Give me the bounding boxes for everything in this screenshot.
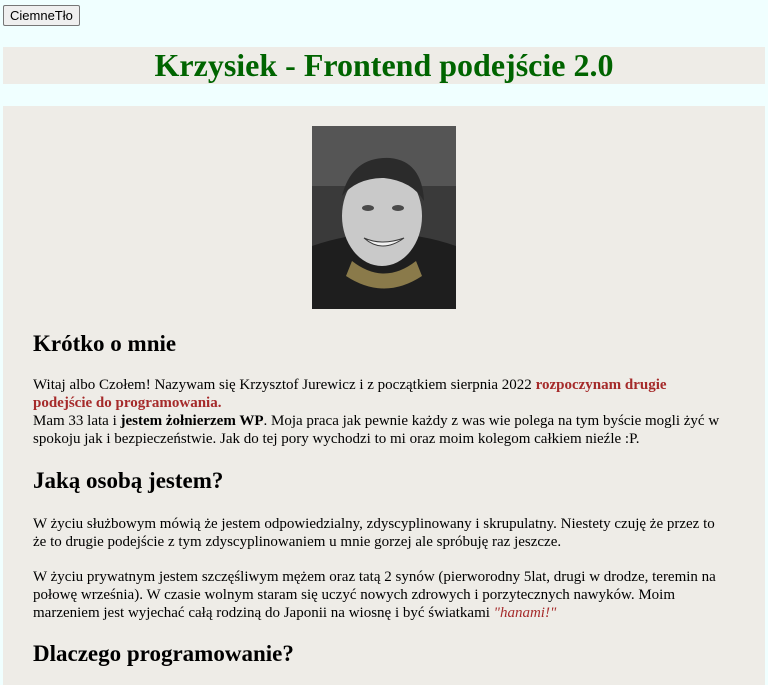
heading-person: Jaką osobą jestem? (33, 468, 224, 493)
heading-about: Krótko o mnie (33, 331, 177, 356)
heading-why: Dlaczego programowanie? (33, 641, 294, 666)
person-paragraph-1: W życiu służbowym mówią że jestem odpowi… (33, 516, 715, 550)
about-paragraph-2: Mam 33 lata i jestem żołnierzem WP. Moja… (33, 412, 723, 448)
page-header: Krzysiek - Frontend podejście 2.0 (3, 47, 765, 84)
page-title: Krzysiek - Frontend podejście 2.0 (154, 47, 614, 83)
profile-photo (312, 126, 456, 309)
dark-mode-button[interactable]: CiemneTło (3, 5, 80, 26)
about-text-2: Mam 33 lata i (33, 413, 121, 429)
main-section: Krótko o mnie Witaj albo Czołem! Nazywam… (3, 106, 765, 685)
about-bold: jestem żołnierzem WP (120, 413, 264, 429)
about-text: Witaj albo Czołem! Nazywam się Krzysztof… (33, 377, 536, 393)
person-paragraph-2: W życiu prywatnym jestem szczęśliwym męż… (33, 568, 723, 622)
hanami-quote: "hanami!" (493, 605, 557, 621)
about-paragraph-1: Witaj albo Czołem! Nazywam się Krzysztof… (33, 376, 723, 412)
person-text: W życiu prywatnym jestem szczęśliwym męż… (33, 569, 716, 621)
